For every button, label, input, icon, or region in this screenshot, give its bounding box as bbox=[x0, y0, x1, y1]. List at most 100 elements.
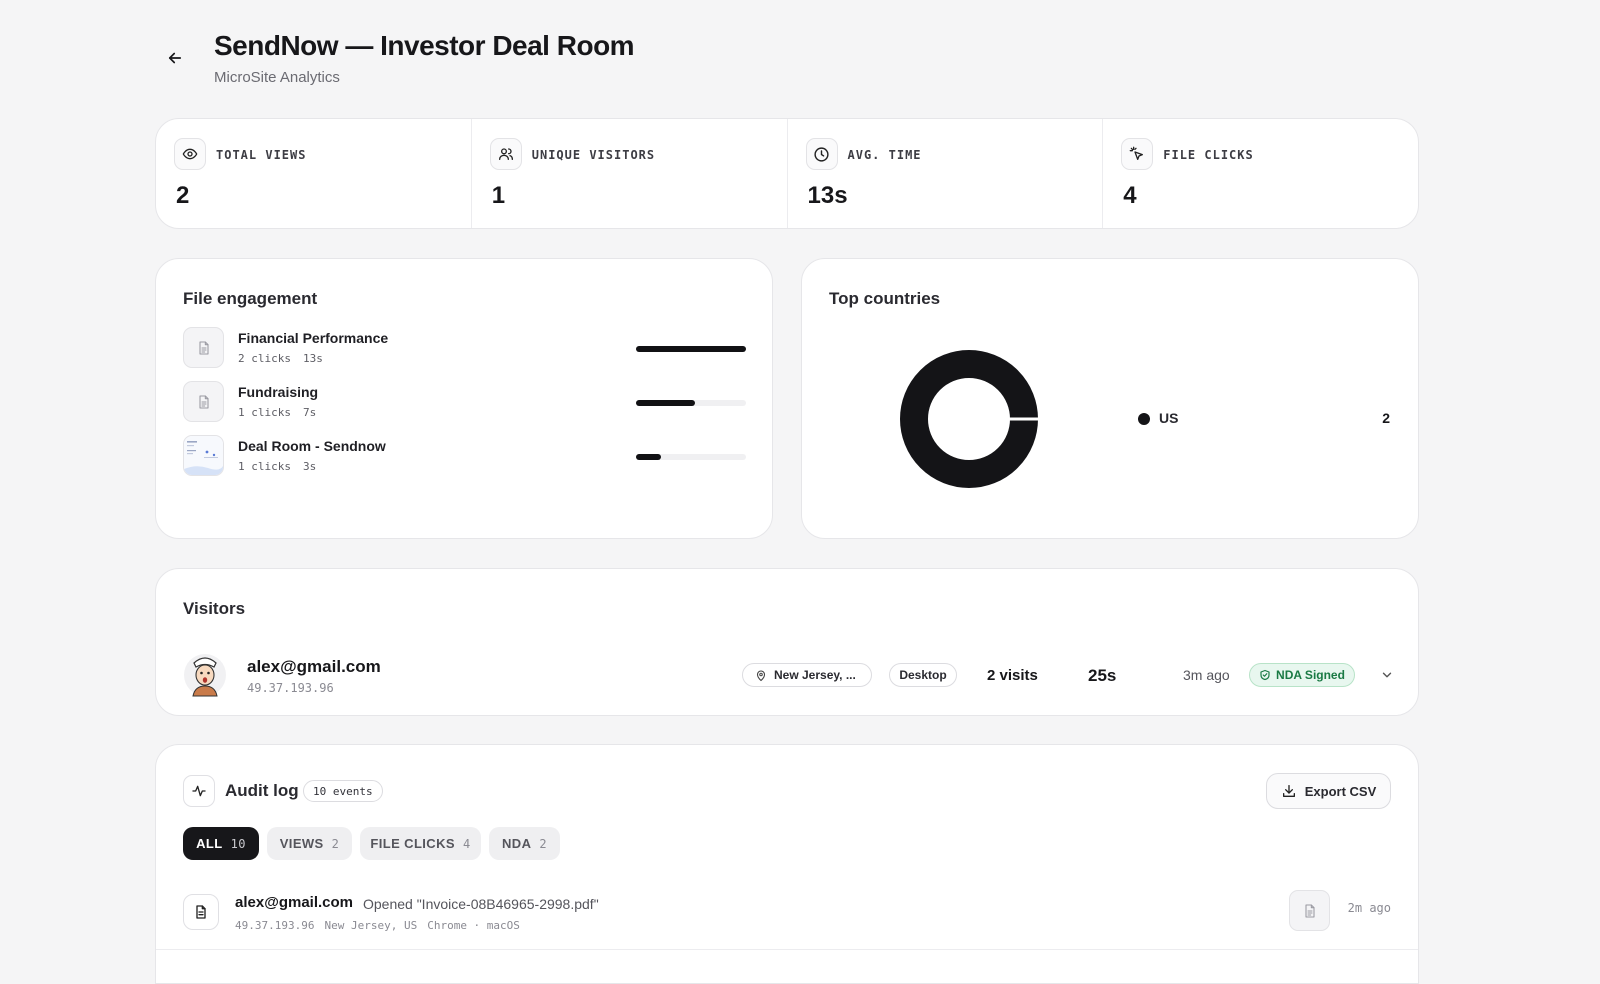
event-ip: 49.37.193.96 bbox=[235, 919, 315, 932]
file-clicks: 1 clicks bbox=[238, 460, 291, 473]
tab-nda[interactable]: NDA 2 bbox=[489, 827, 560, 860]
chevron-down-icon bbox=[1382, 672, 1392, 678]
audit-log-title: Audit log bbox=[225, 781, 299, 800]
engagement-bar-fill bbox=[636, 346, 746, 352]
stat-value: 4 bbox=[1123, 182, 1137, 209]
file-row[interactable]: Fundraising 1 clicks 7s bbox=[183, 381, 747, 423]
file-time: 7s bbox=[302, 406, 317, 419]
page-header: SendNow — Investor Deal Room MicroSite A… bbox=[155, 30, 855, 90]
file-engagement-card: File engagement Financial Performance 2 … bbox=[155, 258, 773, 539]
divider bbox=[156, 949, 1418, 950]
document-icon bbox=[183, 381, 224, 422]
activity-icon bbox=[183, 775, 215, 807]
page-thumbnail bbox=[183, 435, 224, 476]
engagement-bar bbox=[636, 346, 746, 352]
clock-icon bbox=[805, 138, 838, 170]
nda-status-text: NDA Signed bbox=[1276, 668, 1345, 682]
visit-count: 2 visits bbox=[987, 667, 1038, 684]
event-user[interactable]: alex@gmail.com bbox=[235, 894, 353, 911]
file-name: Deal Room - Sendnow bbox=[238, 438, 386, 454]
visitor-ip: 49.37.193.96 bbox=[247, 681, 334, 695]
tab-all[interactable]: ALL 10 bbox=[183, 827, 259, 860]
tab-label: VIEWS bbox=[279, 836, 324, 851]
location-pill: New Jersey, ... bbox=[742, 663, 872, 687]
last-seen: 3m ago bbox=[1183, 667, 1230, 683]
tab-label: NDA bbox=[502, 836, 532, 851]
file-meta: 1 clicks 3s bbox=[238, 460, 328, 473]
visitor-email[interactable]: alex@gmail.com bbox=[247, 657, 381, 677]
engagement-bar-fill bbox=[636, 400, 696, 406]
legend-dot bbox=[1138, 413, 1150, 425]
shield-check-icon bbox=[1260, 669, 1270, 681]
stat-value: 2 bbox=[176, 182, 190, 209]
stat-total-views: TOTAL VIEWS 2 bbox=[156, 119, 472, 228]
stat-label: TOTAL VIEWS bbox=[216, 148, 307, 162]
top-countries-title: Top countries bbox=[829, 289, 941, 308]
visitors-card: Visitors alex@gmail.com 49.37.193.96 New… bbox=[155, 568, 1419, 716]
stat-file-clicks: FILE CLICKS 4 bbox=[1103, 119, 1418, 228]
file-meta: 2 clicks 13s bbox=[238, 352, 335, 365]
file-row[interactable]: Financial Performance 2 clicks 13s bbox=[183, 327, 747, 369]
engagement-bar-fill bbox=[636, 454, 662, 460]
arrow-left-icon bbox=[168, 52, 182, 64]
location-text: New Jersey, ... bbox=[774, 668, 856, 682]
stat-avg-time: AVG. TIME 13s bbox=[788, 119, 1104, 228]
tab-label: ALL bbox=[196, 836, 223, 851]
stat-unique-visitors: UNIQUE VISITORS 1 bbox=[472, 119, 788, 228]
event-time: 2m ago bbox=[1347, 901, 1391, 915]
device-pill: Desktop bbox=[889, 663, 957, 687]
file-meta: 1 clicks 7s bbox=[238, 406, 328, 419]
engagement-bar bbox=[636, 400, 746, 406]
stats-card: TOTAL VIEWS 2 UNIQUE VISITORS 1 AVG. TIM… bbox=[155, 118, 1419, 229]
event-client: Chrome · macOS bbox=[427, 919, 520, 932]
document-icon bbox=[183, 327, 224, 368]
tab-views[interactable]: VIEWS 2 bbox=[267, 827, 352, 860]
users-icon bbox=[489, 138, 522, 170]
visitors-title: Visitors bbox=[183, 599, 246, 618]
file-clicks: 1 clicks bbox=[238, 406, 291, 419]
tab-count: 2 bbox=[539, 836, 547, 851]
export-csv-label: Export CSV bbox=[1304, 783, 1377, 799]
export-csv-button[interactable]: Export CSV bbox=[1266, 773, 1391, 809]
stat-label: FILE CLICKS bbox=[1163, 148, 1254, 162]
eye-icon bbox=[174, 138, 206, 170]
back-button[interactable] bbox=[163, 46, 187, 70]
expand-row-button[interactable] bbox=[1376, 664, 1398, 686]
stat-value: 13s bbox=[807, 182, 848, 209]
visit-duration: 25s bbox=[1088, 666, 1117, 685]
event-location: New Jersey, US bbox=[324, 919, 418, 932]
stat-label: AVG. TIME bbox=[847, 148, 922, 162]
legend-value: 2 bbox=[1382, 410, 1390, 426]
cursor-click-icon bbox=[1121, 138, 1154, 170]
file-name: Fundraising bbox=[238, 384, 319, 400]
tab-count: 10 bbox=[230, 836, 246, 851]
file-text-icon bbox=[183, 894, 219, 930]
map-pin-icon bbox=[756, 669, 766, 681]
file-row[interactable]: Deal Room - Sendnow 1 clicks 3s bbox=[183, 435, 747, 477]
nda-status-badge: NDA Signed bbox=[1249, 663, 1355, 687]
tab-count: 4 bbox=[462, 836, 471, 851]
countries-donut-chart bbox=[900, 350, 1039, 488]
engagement-bar bbox=[636, 454, 746, 460]
audit-log-card: Audit log 10 events Export CSV ALL 10 VIE… bbox=[155, 744, 1419, 984]
event-count-badge: 10 events bbox=[303, 780, 383, 802]
file-time: 13s bbox=[302, 352, 323, 365]
file-engagement-title: File engagement bbox=[183, 289, 318, 308]
file-time: 3s bbox=[302, 460, 317, 473]
page-subtitle: MicroSite Analytics bbox=[214, 69, 340, 86]
document-icon[interactable] bbox=[1289, 890, 1330, 931]
event-meta: 49.37.193.96 New Jersey, US Chrome · macOS bbox=[235, 919, 530, 932]
page-title: SendNow — Investor Deal Room bbox=[214, 30, 635, 61]
file-clicks: 2 clicks bbox=[238, 352, 291, 365]
file-name: Financial Performance bbox=[238, 330, 389, 346]
legend-label: US bbox=[1159, 410, 1179, 426]
tab-label: FILE CLICKS bbox=[370, 836, 455, 851]
stat-label: UNIQUE VISITORS bbox=[531, 148, 656, 162]
download-icon bbox=[1282, 785, 1295, 797]
top-countries-card: Top countries US 2 bbox=[801, 258, 1419, 539]
avatar bbox=[184, 654, 226, 697]
stat-value: 1 bbox=[491, 182, 506, 209]
event-action: Opened "Invoice-08B46965-2998.pdf" bbox=[363, 896, 599, 912]
tab-count: 2 bbox=[331, 836, 340, 851]
tab-file-clicks[interactable]: FILE CLICKS 4 bbox=[360, 827, 481, 860]
